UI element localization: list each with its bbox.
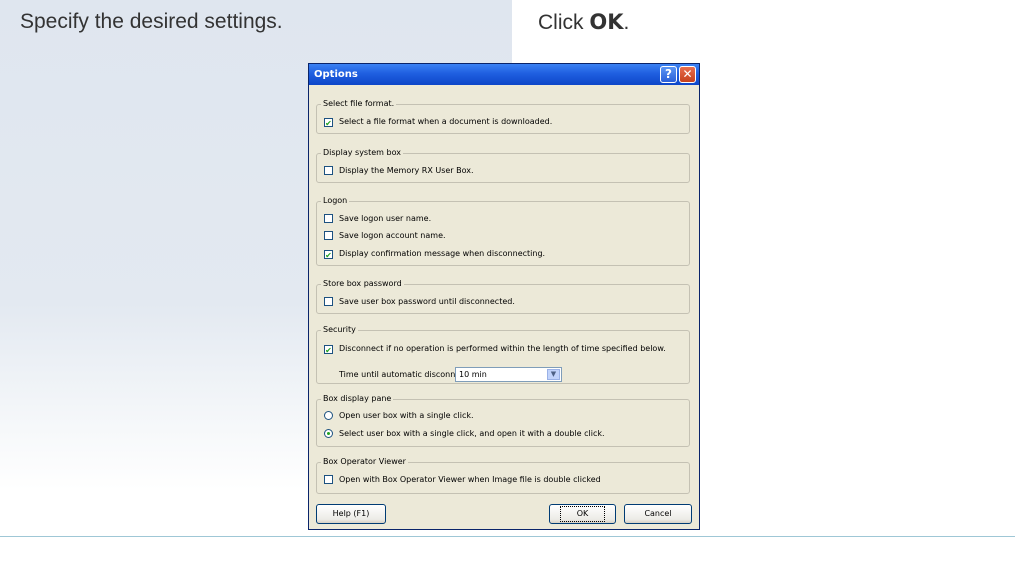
timeout-select[interactable]: 10 min ▼ [455,367,562,382]
radio-label: Open user box with a single click. [339,411,474,420]
save-box-password-checkbox[interactable]: Save user box password until disconnecte… [324,296,515,307]
save-logon-account-checkbox[interactable]: Save logon account name. [324,230,446,241]
ok-button[interactable]: OK [549,504,616,524]
group-title: Box display pane [321,394,394,403]
ok-button-label: OK [559,506,606,522]
timeout-label: Time until automatic disconnect: [339,370,471,379]
dialog-titlebar: Options ? ✕ [309,64,699,85]
checkbox-icon[interactable] [324,166,333,175]
checkbox-icon[interactable]: ✔ [324,345,333,355]
group-security: Security ✔ Disconnect if no operation is … [316,325,690,384]
checkbox-label: Save logon account name. [339,231,446,240]
checkbox-label: Save user box password until disconnecte… [339,297,515,306]
display-confirmation-checkbox[interactable]: ✔ Display confirmation message when disco… [324,248,546,260]
step-right-suffix: . [623,11,630,34]
step-right-bold: OK [589,10,624,34]
checkbox-label: Disconnect if no operation is performed … [339,344,666,353]
help-title-button[interactable]: ? [660,66,677,83]
group-title: Box Operator Viewer [321,457,408,466]
checkbox-icon[interactable]: ✔ [324,250,333,260]
chevron-down-icon[interactable]: ▼ [547,369,560,380]
group-box-display-pane: Box display pane Open user box with a si… [316,394,690,447]
radio-label: Select user box with a single click, and… [339,429,605,438]
divider [0,536,1015,537]
timeout-value: 10 min [459,370,487,379]
options-dialog: Options ? ✕ Select file format. ✔ Select … [308,63,700,530]
step-right-prefix: Click [538,11,590,34]
cancel-button[interactable]: Cancel [624,504,692,524]
checkbox-label: Display confirmation message when discon… [339,249,546,258]
checkbox-icon[interactable] [324,297,333,306]
radio-icon[interactable] [324,411,333,420]
group-box-operator-viewer: Box Operator Viewer Open with Box Operat… [316,457,690,494]
step-instruction-right: Click OK. [538,10,629,35]
close-icon[interactable]: ✕ [679,66,696,83]
group-display-system-box: Display system box Display the Memory RX… [316,148,690,183]
checkbox-label: Open with Box Operator Viewer when Image… [339,475,601,484]
group-title: Display system box [321,148,403,157]
disconnect-idle-checkbox[interactable]: ✔ Disconnect if no operation is performed… [324,343,666,355]
select-file-format-checkbox[interactable]: ✔ Select a file format when a document is… [324,116,553,128]
checkbox-icon[interactable] [324,214,333,223]
group-title: Store box password [321,279,404,288]
open-single-click-radio[interactable]: Open user box with a single click. [324,410,474,421]
group-store-box-password: Store box password Save user box passwor… [316,279,690,314]
select-single-open-double-radio[interactable]: Select user box with a single click, and… [324,428,605,439]
help-button[interactable]: Help (F1) [316,504,386,524]
group-title: Security [321,325,358,334]
checkbox-label: Display the Memory RX User Box. [339,166,474,175]
group-title: Select file format. [321,99,397,108]
checkbox-icon[interactable]: ✔ [324,118,333,128]
checkbox-label: Select a file format when a document is … [339,117,553,126]
checkbox-label: Save logon user name. [339,214,432,223]
checkbox-icon[interactable] [324,475,333,484]
group-title: Logon [321,196,350,205]
group-select-file-format: Select file format. ✔ Select a file forma… [316,99,690,134]
group-logon: Logon Save logon user name. Save logon a… [316,196,690,266]
radio-icon[interactable] [324,429,333,438]
dialog-title: Options [314,69,358,80]
checkbox-icon[interactable] [324,231,333,240]
display-memory-rx-checkbox[interactable]: Display the Memory RX User Box. [324,165,474,176]
save-logon-user-checkbox[interactable]: Save logon user name. [324,213,431,224]
step-instruction-left: Specify the desired settings. [20,10,283,33]
open-box-operator-checkbox[interactable]: Open with Box Operator Viewer when Image… [324,474,601,485]
